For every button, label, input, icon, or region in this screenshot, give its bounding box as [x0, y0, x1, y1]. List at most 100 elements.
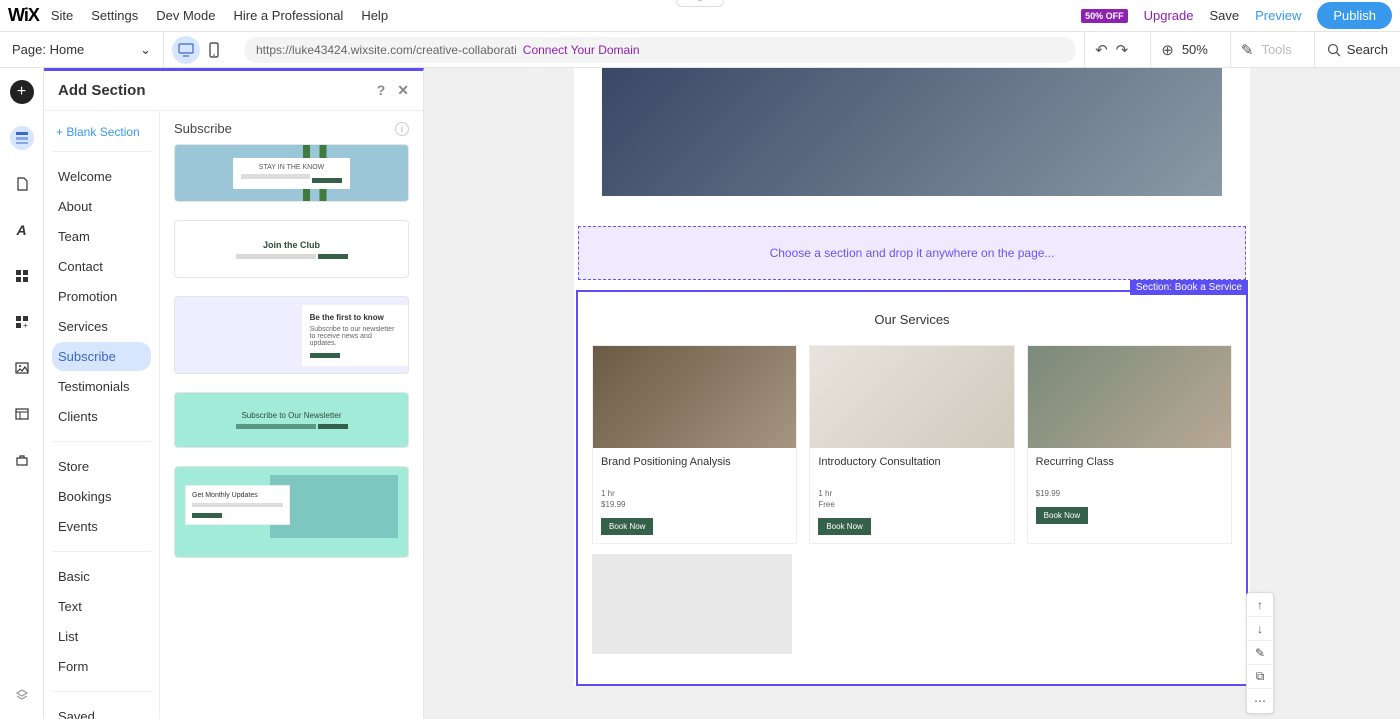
pages-icon[interactable] — [10, 172, 34, 196]
thumb-subscribe-3[interactable]: Be the first to knowSubscribe to our new… — [174, 296, 409, 374]
publish-button[interactable]: Publish — [1317, 2, 1392, 29]
panel-thumbnails: Subscribe i STAY IN THE KNOW Join the Cl… — [160, 111, 423, 719]
cat-contact[interactable]: Contact — [52, 252, 151, 281]
services-section[interactable]: Our Services Brand Positioning Analysis … — [576, 290, 1248, 686]
thumb-label: STAY IN THE KNOW — [241, 164, 342, 171]
zoom-level[interactable]: 50% — [1182, 42, 1208, 57]
thumb-subscribe-1[interactable]: STAY IN THE KNOW — [174, 144, 409, 202]
undo-icon[interactable]: ↶ — [1095, 41, 1108, 59]
panel-categories: + Blank Section Welcome About Team Conta… — [44, 111, 160, 719]
menu-hire[interactable]: Hire a Professional — [233, 8, 343, 23]
redo-icon[interactable]: ↷ — [1116, 41, 1129, 59]
thumb-label: Subscribe to Our Newsletter — [241, 411, 341, 420]
move-up-icon[interactable]: ↑ — [1247, 593, 1273, 617]
theme-icon[interactable]: A — [10, 218, 34, 242]
empty-service-slot[interactable] — [592, 554, 792, 654]
menu-devmode[interactable]: Dev Mode — [156, 8, 215, 23]
thumb-subscribe-2[interactable]: Join the Club — [174, 220, 409, 278]
edit-icon[interactable]: ✎ — [1247, 641, 1273, 665]
business-icon[interactable] — [10, 448, 34, 472]
service-card[interactable]: Brand Positioning Analysis 1 hr$19.99 Bo… — [592, 345, 797, 544]
info-icon[interactable]: i — [395, 122, 409, 136]
search-button[interactable]: Search — [1314, 32, 1400, 67]
cat-clients[interactable]: Clients — [52, 402, 151, 431]
cat-form[interactable]: Form — [52, 652, 151, 681]
editor-canvas[interactable]: Choose a section and drop it anywhere on… — [424, 68, 1400, 719]
cat-store[interactable]: Store — [52, 452, 151, 481]
service-card[interactable]: Recurring Class $19.99 Book Now — [1027, 345, 1232, 544]
service-card[interactable]: Introductory Consultation 1 hrFree Book … — [809, 345, 1014, 544]
layers-icon[interactable] — [10, 683, 34, 707]
thumb-subscribe-4[interactable]: Subscribe to Our Newsletter — [174, 392, 409, 448]
main: + A + Add Section ? — [0, 68, 1400, 719]
cat-bookings[interactable]: Bookings — [52, 482, 151, 511]
cat-team[interactable]: Team — [52, 222, 151, 251]
upgrade-link[interactable]: Upgrade — [1144, 8, 1194, 23]
tools-label: Tools — [1261, 42, 1291, 57]
left-rail: + A + — [0, 68, 44, 719]
cat-promotion[interactable]: Promotion — [52, 282, 151, 311]
more-icon[interactable]: ⋯ — [1247, 689, 1273, 713]
top-right: 50% OFF Upgrade Save Preview Publish — [1081, 2, 1392, 29]
top-collapse-handle[interactable]: ⌃ — [676, 0, 724, 7]
cat-saved[interactable]: Saved sections — [52, 702, 151, 719]
service-image — [1028, 346, 1231, 448]
panel-title: Add Section — [58, 82, 146, 99]
zoom-icon[interactable]: ⊕ — [1161, 41, 1174, 59]
book-now-button[interactable]: Book Now — [1036, 507, 1088, 524]
service-price: $19.99 — [1036, 488, 1223, 499]
cat-list[interactable]: List — [52, 622, 151, 651]
search-label: Search — [1347, 42, 1388, 57]
toolbar: Page: Home ⌄ https://luke43424.wixsite.c… — [0, 32, 1400, 68]
cat-services[interactable]: Services — [52, 312, 151, 341]
hero-image[interactable] — [602, 68, 1222, 196]
book-now-button[interactable]: Book Now — [601, 518, 653, 535]
cat-welcome[interactable]: Welcome — [52, 162, 151, 191]
service-cards: Brand Positioning Analysis 1 hr$19.99 Bo… — [592, 345, 1232, 544]
mobile-icon[interactable] — [200, 36, 228, 64]
cat-text[interactable]: Text — [52, 592, 151, 621]
thumb-subscribe-5[interactable]: Get Monthly Updates — [174, 466, 409, 558]
section-float-controls: ↑ ↓ ✎ ⧉ ⋯ — [1246, 592, 1274, 714]
section-dropzone[interactable]: Choose a section and drop it anywhere on… — [578, 226, 1246, 280]
menu-site[interactable]: Site — [51, 8, 73, 23]
blank-section-button[interactable]: + Blank Section — [52, 121, 151, 152]
preview-button[interactable]: Preview — [1255, 8, 1301, 23]
cat-testimonials[interactable]: Testimonials — [52, 372, 151, 401]
page-stage[interactable]: Choose a section and drop it anywhere on… — [574, 68, 1250, 686]
add-icon[interactable]: + — [10, 80, 34, 104]
page-selector[interactable]: Page: Home ⌄ — [0, 32, 164, 67]
cat-about[interactable]: About — [52, 192, 151, 221]
help-icon[interactable]: ? — [377, 82, 386, 99]
service-title: Recurring Class — [1036, 456, 1223, 468]
top-menu: Site Settings Dev Mode Hire a Profession… — [51, 8, 388, 23]
addons-icon[interactable]: + — [10, 310, 34, 334]
thumb-label: Be the first to know — [310, 313, 400, 322]
media-icon[interactable] — [10, 356, 34, 380]
section-header: Subscribe — [174, 121, 232, 136]
chevron-down-icon: ⌄ — [140, 42, 151, 58]
cms-icon[interactable] — [10, 402, 34, 426]
save-button[interactable]: Save — [1209, 8, 1239, 23]
wix-logo[interactable]: WiX — [8, 5, 39, 26]
desktop-icon[interactable] — [172, 36, 200, 64]
url-bar[interactable]: https://luke43424.wixsite.com/creative-c… — [244, 37, 1076, 63]
book-now-button[interactable]: Book Now — [818, 518, 870, 535]
close-icon[interactable]: ✕ — [397, 82, 409, 99]
services-title: Our Services — [592, 312, 1232, 327]
apps-icon[interactable] — [10, 264, 34, 288]
menu-settings[interactable]: Settings — [91, 8, 138, 23]
toolbar-right: ↶ ↷ ⊕ 50% ✎ Tools Search — [1084, 32, 1400, 67]
cat-subscribe[interactable]: Subscribe — [52, 342, 151, 371]
thumb-label: Join the Club — [263, 240, 320, 250]
service-image — [593, 346, 796, 448]
discount-badge: 50% OFF — [1081, 9, 1128, 23]
service-duration: 1 hr — [818, 488, 1005, 499]
move-down-icon[interactable]: ↓ — [1247, 617, 1273, 641]
cat-basic[interactable]: Basic — [52, 562, 151, 591]
sections-icon[interactable] — [10, 126, 34, 150]
cat-events[interactable]: Events — [52, 512, 151, 541]
connect-domain-link[interactable]: Connect Your Domain — [523, 43, 640, 57]
menu-help[interactable]: Help — [361, 8, 388, 23]
duplicate-icon[interactable]: ⧉ — [1247, 665, 1273, 689]
